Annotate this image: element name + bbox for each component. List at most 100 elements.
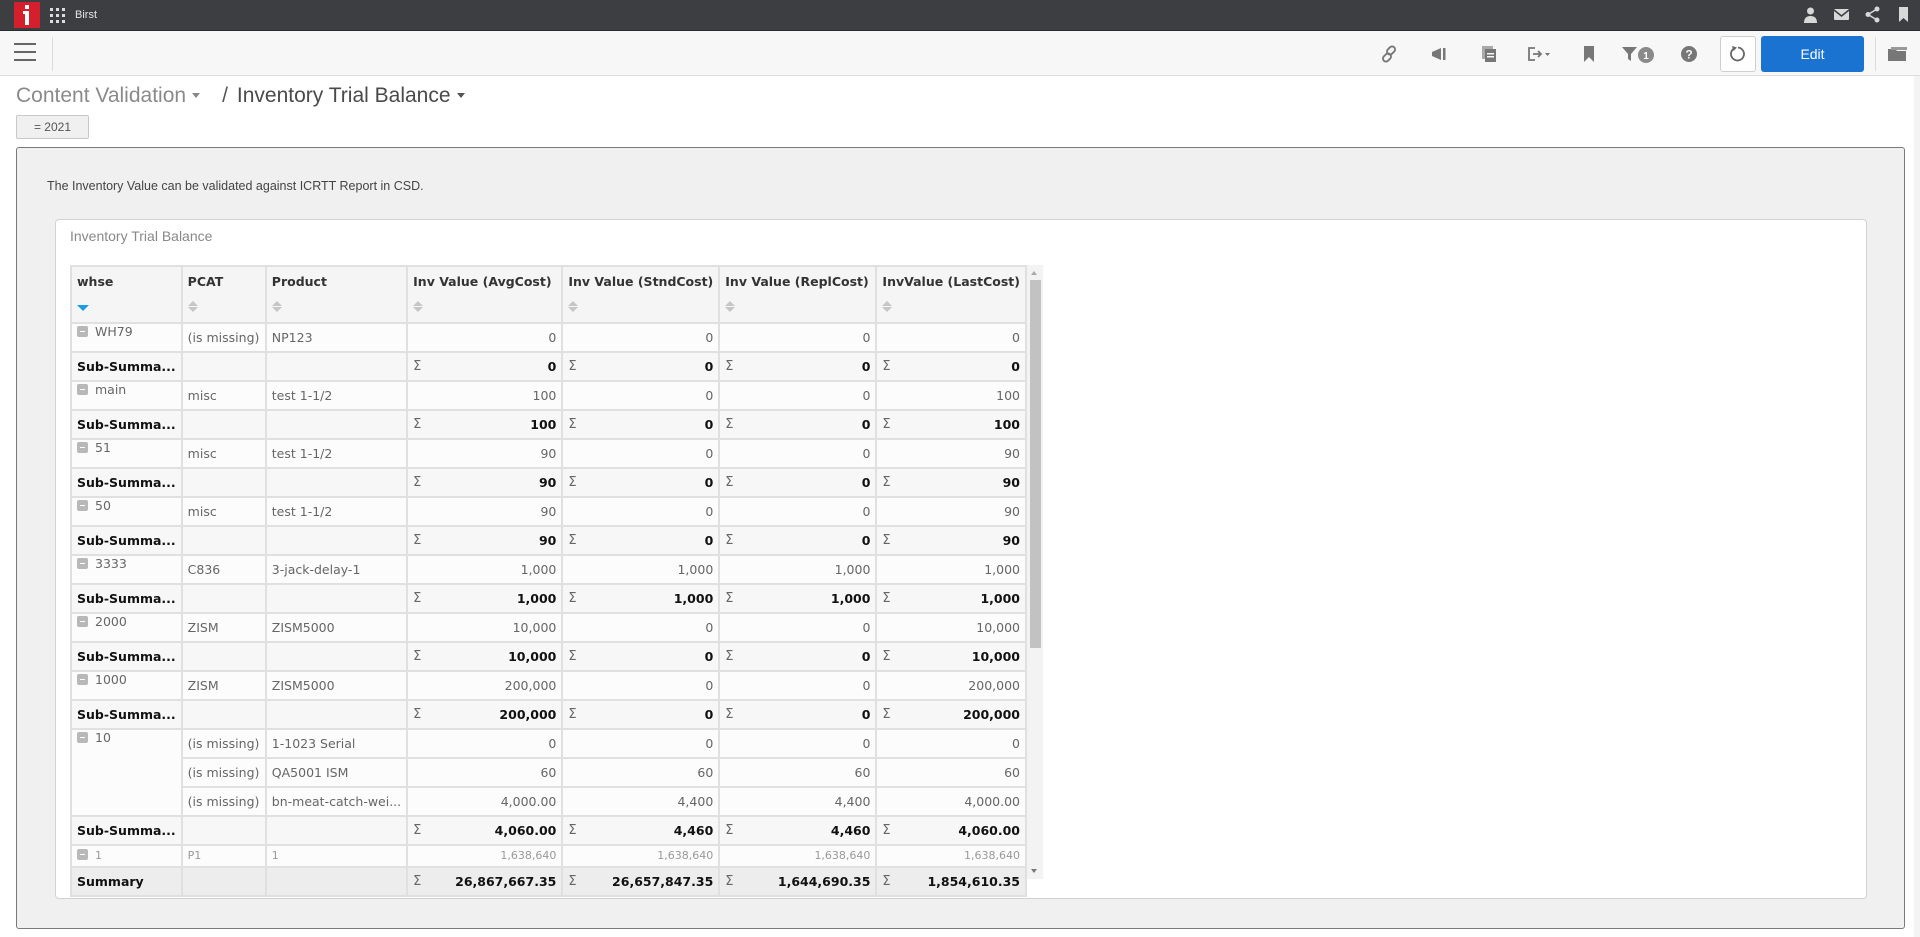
link-icon[interactable] bbox=[1364, 31, 1414, 76]
announcement-icon[interactable] bbox=[1414, 31, 1464, 76]
value-cell: 4,400 bbox=[718, 786, 878, 817]
sum-value: 90 bbox=[1002, 475, 1020, 490]
value-cell: 1,638,640 bbox=[718, 844, 878, 868]
empty-cell bbox=[264, 351, 409, 382]
prompt-filter-chip[interactable]: = 2021 bbox=[16, 115, 89, 139]
value-cell: 0 bbox=[561, 322, 721, 353]
value-cell: 0 bbox=[718, 728, 878, 759]
empty-cell bbox=[180, 351, 267, 382]
sum-value: 100 bbox=[530, 417, 557, 432]
whse-cell: 51 bbox=[70, 438, 183, 469]
value-cell: 0 bbox=[718, 322, 878, 353]
chevron-down-icon[interactable] bbox=[456, 93, 465, 98]
sum-value: 4,060.00 bbox=[958, 823, 1020, 838]
value-cell: 60 bbox=[875, 757, 1027, 788]
dashboard-toolbar: 1 ? Edit bbox=[0, 31, 1920, 76]
sum-cell: Σ0 bbox=[561, 699, 721, 730]
product-cell: QA5001 ISM bbox=[264, 757, 409, 788]
report-panel: Inventory Trial Balance whse PCAT Product I… bbox=[55, 219, 1867, 899]
whse-cell: 50 bbox=[70, 496, 183, 527]
value-cell: 90 bbox=[406, 438, 564, 469]
sum-cell: Σ 90 bbox=[406, 525, 564, 556]
sigma-icon: Σ bbox=[725, 823, 734, 838]
column-header-label: whse bbox=[77, 274, 114, 289]
mail-icon[interactable] bbox=[1833, 6, 1850, 23]
bookmark-icon[interactable] bbox=[1564, 31, 1614, 76]
value-cell: 0 bbox=[561, 670, 721, 701]
column-header[interactable]: whse bbox=[70, 265, 183, 324]
sort-icon[interactable] bbox=[413, 299, 424, 313]
collapse-icon[interactable] bbox=[77, 500, 88, 511]
sort-icon[interactable] bbox=[882, 299, 893, 313]
collapse-icon[interactable] bbox=[77, 558, 88, 569]
grid-scrollbar[interactable] bbox=[1027, 265, 1043, 879]
sum-cell: Σ 1,000 bbox=[875, 583, 1027, 614]
chevron-down-icon[interactable] bbox=[192, 93, 201, 98]
product-cell: test 1-1/2 bbox=[264, 380, 409, 411]
pcat-cell: (is missing) bbox=[180, 322, 267, 353]
dashboard-page: The Inventory Value can be validated aga… bbox=[16, 147, 1905, 929]
pcat-cell: P1 bbox=[180, 844, 267, 868]
filter-icon[interactable]: 1 bbox=[1614, 31, 1664, 76]
sum-cell: Σ 4,460 bbox=[718, 815, 878, 846]
collapse-icon[interactable] bbox=[77, 732, 88, 743]
sort-icon[interactable] bbox=[568, 299, 579, 313]
sum-cell: Σ0 bbox=[561, 641, 721, 672]
menu-icon[interactable] bbox=[14, 43, 36, 63]
sum-cell: Σ 90 bbox=[875, 525, 1027, 556]
column-header[interactable]: PCAT bbox=[180, 265, 267, 324]
bookmark-icon[interactable] bbox=[1895, 6, 1912, 23]
subtotal-row: Sub-Summa... Σ 0 Σ 0 Σ 0 Σ 0 bbox=[70, 351, 1027, 382]
sum-value: 26,867,667.35 bbox=[455, 874, 557, 889]
subtotal-label: Sub-Summa... bbox=[70, 467, 183, 498]
sort-icon[interactable] bbox=[725, 299, 736, 313]
scroll-up-icon[interactable] bbox=[1031, 271, 1037, 275]
subtotal-label: Sub-Summa... bbox=[70, 583, 183, 614]
collapse-icon[interactable] bbox=[77, 849, 88, 860]
whse-value: WH79 bbox=[95, 324, 133, 339]
copy-icon[interactable] bbox=[1464, 31, 1514, 76]
column-header[interactable]: Inv Value (StndCost) bbox=[561, 265, 721, 324]
collapse-icon[interactable] bbox=[77, 616, 88, 627]
share-icon[interactable] bbox=[1864, 6, 1881, 23]
collapse-icon[interactable] bbox=[77, 442, 88, 453]
product-cell: test 1-1/2 bbox=[264, 438, 409, 469]
sum-value: 0 bbox=[704, 533, 714, 548]
user-icon[interactable] bbox=[1802, 6, 1819, 23]
column-header[interactable]: InvValue (LastCost) bbox=[875, 265, 1027, 324]
collapse-icon[interactable] bbox=[77, 326, 88, 337]
refresh-button[interactable] bbox=[1720, 35, 1756, 72]
sum-cell: Σ 90 bbox=[875, 467, 1027, 498]
value-cell: 90 bbox=[875, 496, 1027, 527]
folder-icon[interactable] bbox=[1876, 31, 1920, 76]
product-cell: ZISM5000 bbox=[264, 670, 409, 701]
sigma-icon: Σ bbox=[413, 823, 422, 838]
infor-logo-icon[interactable] bbox=[14, 2, 40, 28]
edit-button[interactable]: Edit bbox=[1761, 35, 1864, 72]
sum-cell: Σ0 bbox=[561, 525, 721, 556]
sum-value: 0 bbox=[704, 707, 714, 722]
subtotal-row: Sub-Summa... Σ 1,000 Σ 1,000 Σ 1,000 Σ 1,000 bbox=[70, 583, 1027, 614]
panel-title: Inventory Trial Balance bbox=[70, 228, 213, 244]
sort-icon[interactable] bbox=[187, 299, 198, 313]
page-scrollbar[interactable] bbox=[1914, 76, 1920, 937]
breadcrumb-current[interactable]: Inventory Trial Balance bbox=[237, 84, 451, 108]
whse-value: 2000 bbox=[95, 614, 127, 629]
app-grid-icon[interactable] bbox=[50, 8, 65, 23]
empty-cell bbox=[180, 409, 267, 440]
column-header[interactable]: Inv Value (AvgCost) bbox=[406, 265, 564, 324]
sum-value: 0 bbox=[861, 533, 871, 548]
table-row: WH79 (is missing) NP123 0 0 0 0 bbox=[70, 322, 1027, 353]
column-header[interactable]: Product bbox=[264, 265, 409, 324]
scroll-down-icon[interactable] bbox=[1031, 869, 1037, 873]
column-header[interactable]: Inv Value (ReplCost) bbox=[718, 265, 878, 324]
collapse-icon[interactable] bbox=[77, 674, 88, 685]
sigma-icon: Σ bbox=[413, 533, 422, 548]
collapse-icon[interactable] bbox=[77, 384, 88, 395]
export-icon[interactable] bbox=[1514, 31, 1564, 76]
sort-icon[interactable] bbox=[271, 299, 282, 313]
scrollbar-thumb[interactable] bbox=[1030, 280, 1041, 648]
breadcrumb-parent[interactable]: Content Validation bbox=[16, 84, 186, 108]
sort-descending-icon[interactable] bbox=[77, 299, 89, 313]
help-icon[interactable]: ? bbox=[1664, 31, 1714, 76]
